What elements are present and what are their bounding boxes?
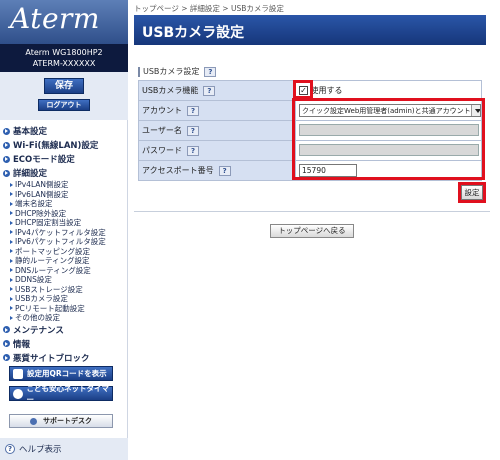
port-input[interactable]: 15790 xyxy=(299,164,357,177)
help-icon[interactable]: ? xyxy=(204,66,217,77)
nav-bullet-icon xyxy=(3,326,10,333)
nav-arrow-icon xyxy=(10,182,13,187)
nav-arrow-icon xyxy=(10,192,13,197)
help-icon[interactable]: ? xyxy=(186,126,199,136)
row-username: ユーザー名? xyxy=(138,120,482,141)
row-account: アカウント? クイック設定Web用管理者(admin)と共通アカウント xyxy=(138,100,482,121)
row-label: ユーザー名? xyxy=(138,120,296,141)
section-header: USBカメラ設定 ? xyxy=(138,66,217,77)
account-select[interactable]: クイック設定Web用管理者(admin)と共通アカウント xyxy=(299,104,481,117)
row-label: アクセスポート番号? xyxy=(138,160,296,181)
kids-timer-button[interactable]: こども安心ネットタイマー xyxy=(9,384,113,404)
model-info: Aterm WG1800HP2 ATERM-XXXXXX xyxy=(0,44,128,72)
nav-arrow-icon xyxy=(10,230,13,235)
help-icon: ? xyxy=(5,444,15,454)
checkbox-label: 使用する xyxy=(310,86,343,95)
back-to-top-button[interactable]: トップページへ戻る xyxy=(270,224,354,238)
help-icon[interactable]: ? xyxy=(187,146,199,156)
breadcrumb: トップページ > 詳細設定 > USBカメラ設定 xyxy=(134,4,284,13)
chevron-down-icon xyxy=(470,105,480,116)
model-name: Aterm WG1800HP2 xyxy=(25,48,103,57)
section-marker xyxy=(138,66,140,77)
username-input xyxy=(299,123,479,136)
nav-arrow-icon xyxy=(10,201,13,206)
sidebar: Aterm Aterm WG1800HP2 ATERM-XXXXXX 保存 ログ… xyxy=(0,0,128,460)
nav-bullet-icon xyxy=(3,127,10,135)
set-button[interactable]: 設定 xyxy=(461,185,483,200)
row-value xyxy=(295,120,482,141)
row-port: アクセスポート番号? 15790 xyxy=(138,160,482,181)
section-title: USBカメラ設定 xyxy=(143,67,200,76)
aterm-logo: Aterm xyxy=(10,2,100,35)
help-icon[interactable]: ? xyxy=(187,106,199,116)
help-icon[interactable]: ? xyxy=(218,166,231,176)
row-label: USBカメラ機能? xyxy=(138,80,296,101)
nav-bullet-icon xyxy=(3,169,10,177)
qr-code-button[interactable]: 設定用QRコードを表示 xyxy=(9,366,113,381)
logo-area: Aterm xyxy=(0,0,128,44)
save-area: 保存 ログアウト xyxy=(0,72,128,120)
divider xyxy=(134,211,490,212)
nav-arrow-icon xyxy=(10,239,13,244)
nav-arrow-icon xyxy=(10,315,13,320)
nav-arrow-icon xyxy=(10,249,13,254)
settings-table: USBカメラ機能? ✓ 使用する アカウント? クイック設定Web用管理者(ad… xyxy=(138,80,482,181)
nav-arrow-icon xyxy=(10,268,13,273)
help-icon[interactable]: ? xyxy=(203,86,216,96)
row-usb-camera: USBカメラ機能? ✓ 使用する xyxy=(138,80,482,101)
nav-sub-item[interactable]: その他の設定 xyxy=(0,313,128,323)
help-link[interactable]: ? ヘルプ表示 xyxy=(0,438,128,460)
row-label: アカウント? xyxy=(138,100,296,121)
clock-icon xyxy=(13,388,23,399)
nav-bullet-icon xyxy=(3,354,10,361)
nav-arrow-icon xyxy=(10,296,13,301)
nav-arrow-icon xyxy=(10,258,13,263)
nav-item-wifi[interactable]: Wi-Fi(無線LAN)設定 xyxy=(0,138,128,152)
nav-arrow-icon xyxy=(10,277,13,282)
row-value: クイック設定Web用管理者(admin)と共通アカウント xyxy=(295,100,482,121)
row-value: 15790 xyxy=(295,160,482,181)
nav-arrow-icon xyxy=(10,211,13,216)
qr-icon xyxy=(13,368,23,379)
row-label: パスワード? xyxy=(138,140,296,161)
row-password: パスワード? xyxy=(138,140,482,161)
main-content: トップページ > 詳細設定 > USBカメラ設定 USBカメラ設定 USBカメラ… xyxy=(134,0,500,460)
nav-item-info[interactable]: 情報 xyxy=(0,337,128,351)
support-desk-button[interactable]: サポートデスク xyxy=(9,414,113,428)
nav-menu: 基本設定 Wi-Fi(無線LAN)設定 ECOモード設定 詳細設定 IPv4LA… xyxy=(0,124,128,365)
row-value xyxy=(295,140,482,161)
nav-item-advanced[interactable]: 詳細設定 xyxy=(0,166,128,180)
nav-arrow-icon xyxy=(10,306,13,311)
nav-item-maintenance[interactable]: メンテナンス xyxy=(0,323,128,337)
row-value: ✓ 使用する xyxy=(295,80,482,101)
title-bar: USBカメラ設定 xyxy=(134,15,486,45)
nav-bullet-icon xyxy=(3,155,10,163)
nav-arrow-icon xyxy=(10,220,13,225)
nav-bullet-icon xyxy=(3,141,10,149)
nav-item-site-block[interactable]: 悪質サイトブロック xyxy=(0,351,128,365)
nav-bullet-icon xyxy=(3,340,10,347)
device-name: ATERM-XXXXXX xyxy=(32,59,96,68)
support-icon xyxy=(30,417,37,425)
save-button[interactable]: 保存 xyxy=(44,78,84,94)
nav-item-eco[interactable]: ECOモード設定 xyxy=(0,152,128,166)
password-input xyxy=(299,143,479,156)
page-title: USBカメラ設定 xyxy=(142,25,245,41)
nav-item-basic[interactable]: 基本設定 xyxy=(0,124,128,138)
logout-button[interactable]: ログアウト xyxy=(38,99,90,111)
usb-camera-checkbox[interactable]: ✓ xyxy=(299,86,308,95)
nav-arrow-icon xyxy=(10,287,13,292)
